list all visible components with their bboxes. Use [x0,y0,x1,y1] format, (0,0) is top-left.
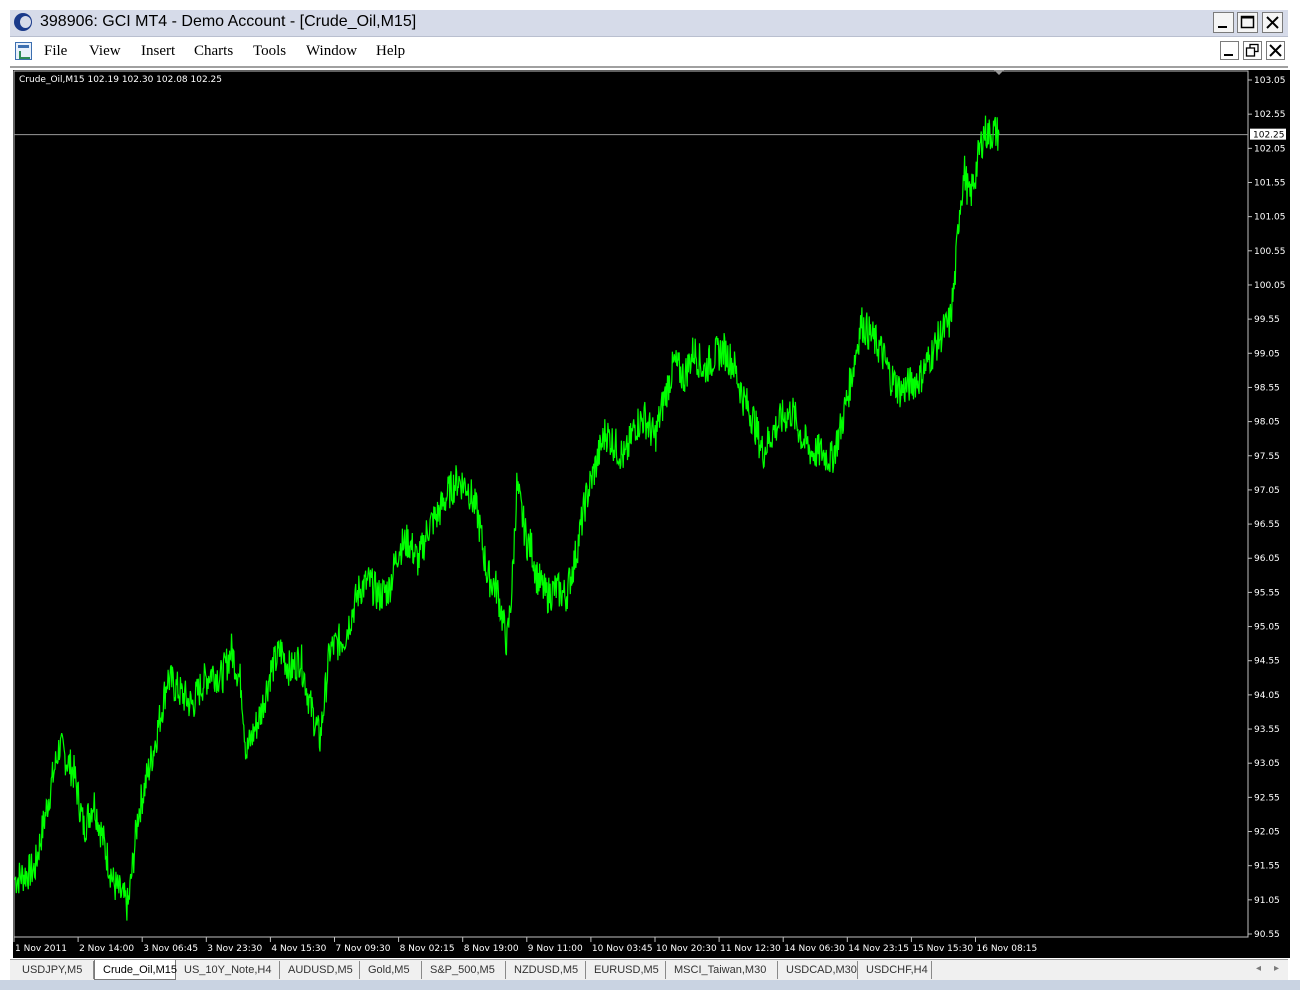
minimize-button[interactable] [1213,12,1234,33]
x-tick-label: 10 Nov 03:45 [592,944,653,954]
y-tick-label: 97.05 [1254,486,1280,496]
taskbar [0,980,1300,990]
svg-text:102.25: 102.25 [1253,131,1285,141]
menu-help[interactable]: Help [376,43,405,60]
x-tick-label: 7 Nov 09:30 [336,944,391,954]
y-tick-label: 96.55 [1254,520,1280,530]
mdi-minimize-button[interactable] [1220,41,1239,60]
y-tick-label: 92.05 [1254,828,1280,838]
chart-canvas[interactable]: Crude_Oil,M15 102.19 102.30 102.08 102.2… [13,70,1290,958]
tab-usdchf-h4[interactable]: USDCHF,H4 [858,961,932,979]
menu-window[interactable]: Window [306,43,357,60]
tab-nzdusd-m5[interactable]: NZDUSD,M5 [506,961,586,979]
price-axis: 103.05 102.55 102.05 101.55 101.05 100.55 100.… [1248,76,1286,940]
tab-msci-taiwan-m30[interactable]: MSCI_Taiwan,M30 [666,961,778,979]
tab-s-p-500-m5[interactable]: S&P_500,M5 [422,961,506,979]
x-tick-label: 16 Nov 08:15 [977,944,1038,954]
plot-border [13,70,1249,938]
menu-insert[interactable]: Insert [141,43,175,60]
x-tick-label: 15 Nov 15:30 [912,944,973,954]
price-series [14,115,1000,921]
chart-info-label: Crude_Oil,M15 102.19 102.30 102.08 102.2… [19,75,222,85]
y-tick-label: 101.05 [1254,213,1286,223]
y-tick-label: 100.55 [1254,247,1286,257]
y-tick-label: 93.55 [1254,725,1280,735]
x-tick-label: 10 Nov 20:30 [656,944,717,954]
y-tick-label: 102.05 [1254,144,1286,154]
y-tick-label: 91.55 [1254,862,1280,872]
y-tick-label: 96.05 [1254,554,1280,564]
x-tick-label: 11 Nov 12:30 [720,944,781,954]
menu-view[interactable]: View [89,43,121,60]
mdi-restore-button[interactable] [1243,41,1262,60]
y-tick-label: 95.05 [1254,623,1280,633]
y-tick-label: 102.55 [1254,110,1286,120]
y-tick-label: 90.55 [1254,930,1280,940]
y-tick-label: 98.05 [1254,418,1280,428]
mdi-close-button[interactable] [1266,41,1285,60]
tab-gold-m5[interactable]: Gold,M5 [360,961,422,979]
y-tick-label: 92.55 [1254,793,1280,803]
y-tick-label: 97.55 [1254,452,1280,462]
x-tick-label: 4 Nov 15:30 [271,944,326,954]
y-tick-label: 91.05 [1254,896,1280,906]
close-button[interactable] [1262,12,1283,33]
tab-usdjpy-m5[interactable]: USDJPY,M5 [14,961,94,979]
y-tick-label: 94.55 [1254,657,1280,667]
y-tick-label: 99.05 [1254,349,1280,359]
x-tick-label: 3 Nov 23:30 [207,944,262,954]
menu-file[interactable]: File [44,43,67,60]
y-tick-label: 93.05 [1254,759,1280,769]
x-tick-label: 9 Nov 11:00 [528,944,583,954]
chart-shift-marker[interactable] [994,70,1004,75]
tab-scroll-right-icon[interactable]: ▸ [1274,963,1279,974]
y-tick-label: 100.05 [1254,281,1286,291]
x-tick-label: 2 Nov 14:00 [79,944,134,954]
series-line-crude-oil [14,115,1000,921]
x-tick-label: 14 Nov 06:30 [784,944,845,954]
chart-window-icon[interactable] [15,42,32,60]
y-tick-label: 95.55 [1254,588,1280,598]
tab-usdcad-m30[interactable]: USDCAD,M30 [778,961,858,979]
chart-tabs: USDJPY,M5 Crude_Oil,M15 US_10Y_Note,H4 AUDU… [10,959,1288,980]
tab-us-10y-note-h4[interactable]: US_10Y_Note,H4 [176,961,280,979]
title-bar: 398906: GCI MT4 - Demo Account - [Crude_… [10,10,1288,37]
maximize-button[interactable] [1237,12,1258,33]
x-tick-label: 1 Nov 2011 [15,944,67,954]
x-tick-label: 8 Nov 19:00 [464,944,519,954]
time-axis: 1 Nov 2011 2 Nov 14:00 3 Nov 06:45 3 Nov 23… [13,937,1038,954]
x-tick-label: 3 Nov 06:45 [143,944,198,954]
menu-bar: File View Insert Charts Tools Window Hel… [10,37,1288,68]
menu-charts[interactable]: Charts [194,43,233,60]
x-tick-label: 8 Nov 02:15 [400,944,455,954]
plot-area [13,70,1249,938]
menu-tools[interactable]: Tools [253,43,286,60]
tab-crude-oil-m15[interactable]: Crude_Oil,M15 [94,960,177,980]
y-tick-label: 103.05 [1254,76,1286,86]
window-title: 398906: GCI MT4 - Demo Account - [Crude_… [40,13,417,30]
x-tick-label: 14 Nov 23:15 [848,944,909,954]
y-tick-label: 94.05 [1254,691,1280,701]
y-tick-label: 99.55 [1254,315,1280,325]
y-tick-label: 98.55 [1254,383,1280,393]
tab-audusd-m5[interactable]: AUDUSD,M5 [280,961,360,979]
current-price-tag: 102.25 [1250,128,1286,141]
tab-eurusd-m5[interactable]: EURUSD,M5 [586,961,666,979]
app-logo-icon [14,13,32,31]
y-tick-label: 101.55 [1254,178,1286,188]
tab-scroll-left-icon[interactable]: ◂ [1256,963,1261,974]
price-chart[interactable]: Crude_Oil,M15 102.19 102.30 102.08 102.2… [13,70,1290,958]
